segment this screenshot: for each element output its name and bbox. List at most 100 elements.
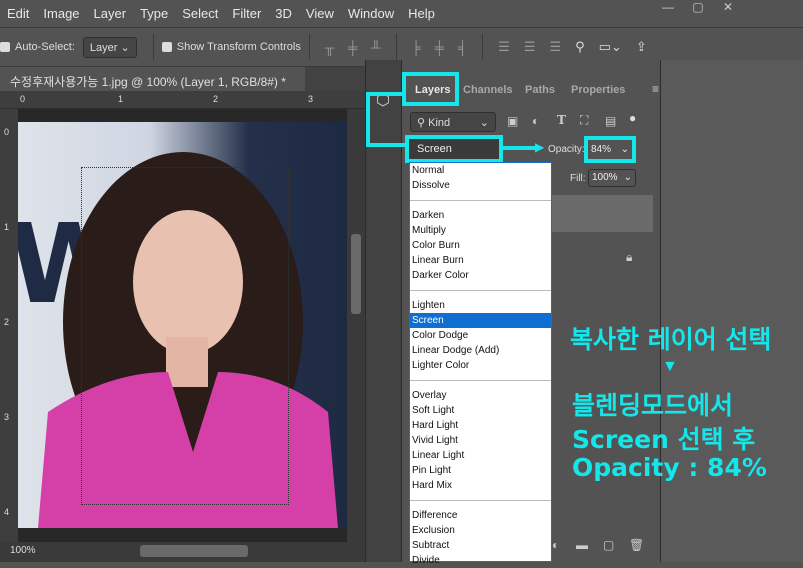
divider bbox=[308, 34, 310, 60]
ruler-tick: 3 bbox=[308, 94, 314, 104]
blend-mode-option[interactable]: Darken bbox=[410, 208, 551, 223]
menu-layer[interactable]: Layer bbox=[87, 6, 134, 21]
blend-mode-option[interactable]: Hard Light bbox=[410, 418, 551, 433]
blend-mode-option[interactable]: Color Dodge bbox=[410, 328, 551, 343]
blend-mode-option[interactable]: Lighten bbox=[410, 298, 551, 313]
blend-mode-option[interactable]: Subtract bbox=[410, 538, 551, 553]
divider bbox=[152, 34, 154, 60]
distribute-bottom-icon[interactable]: ☰ bbox=[549, 39, 561, 55]
vertical-scrollbar[interactable] bbox=[347, 109, 365, 542]
distribute-middle-icon[interactable]: ☰ bbox=[524, 39, 536, 55]
blend-mode-option[interactable]: Vivid Light bbox=[410, 433, 551, 448]
kind-label: Kind bbox=[428, 117, 451, 129]
align-middle-icon[interactable]: ╪ bbox=[348, 40, 357, 55]
blend-mode-option[interactable]: Linear Burn bbox=[410, 253, 551, 268]
search-icon[interactable]: ⚲ bbox=[575, 39, 585, 55]
tab-properties[interactable]: Properties bbox=[571, 72, 625, 106]
divider bbox=[482, 34, 484, 60]
blend-mode-option[interactable]: Screen bbox=[410, 313, 551, 328]
auto-select-checkbox[interactable] bbox=[0, 42, 10, 52]
annotation-text: 복사한 레이어 선택 bbox=[570, 325, 772, 354]
blend-mode-option[interactable]: Exclusion bbox=[410, 523, 551, 538]
align-right-icon[interactable]: ╡ bbox=[458, 40, 467, 55]
annotation-arrow bbox=[366, 92, 406, 147]
tab-layers[interactable]: Layers bbox=[402, 72, 459, 106]
lock-icon: 🔒︎ bbox=[626, 250, 633, 264]
annotation-text: Screen 선택 후 bbox=[572, 425, 756, 454]
ruler-tick: 3 bbox=[4, 412, 10, 422]
show-transform-label: Show Transform Controls bbox=[176, 41, 301, 53]
blend-mode-option[interactable]: Lighter Color bbox=[410, 358, 551, 373]
adjustment-filter-icon[interactable]: ◐ bbox=[532, 114, 539, 128]
blend-mode-option[interactable]: Linear Light bbox=[410, 448, 551, 463]
minimize-button[interactable]: — bbox=[653, 0, 683, 18]
shape-filter-icon[interactable]: ⛶ bbox=[580, 113, 588, 128]
right-workspace bbox=[660, 60, 803, 562]
workspace-icon[interactable]: ▭⌄ bbox=[599, 39, 622, 55]
transform-bounding-box[interactable] bbox=[81, 167, 289, 505]
smart-object-filter-icon[interactable]: ▤ bbox=[605, 114, 616, 128]
menu-image[interactable]: Image bbox=[36, 6, 86, 21]
type-filter-icon[interactable]: T bbox=[557, 113, 566, 127]
filter-toggle[interactable]: ● bbox=[629, 111, 636, 125]
align-bottom-icon[interactable]: ╨ bbox=[371, 40, 380, 55]
opacity-field[interactable]: 84% ⌄ bbox=[584, 136, 636, 163]
blend-mode-option[interactable]: Soft Light bbox=[410, 403, 551, 418]
menu-3d[interactable]: 3D bbox=[268, 6, 299, 21]
horizontal-scrollbar[interactable] bbox=[140, 545, 248, 557]
close-window-button[interactable]: ✕ bbox=[713, 0, 743, 18]
blend-mode-option[interactable]: Color Burn bbox=[410, 238, 551, 253]
document-tab[interactable]: 수정후재사용가능 1.jpg @ 100% (Layer 1, RGB/8#) … bbox=[0, 67, 305, 104]
blend-mode-dropdown[interactable]: Screen bbox=[405, 135, 503, 163]
new-group-icon[interactable]: ▬ bbox=[576, 538, 588, 552]
blend-mode-list[interactable]: Normal Dissolve Darken Multiply Color Burn Li… bbox=[409, 162, 552, 566]
horizontal-ruler: 0 1 2 3 bbox=[0, 91, 365, 109]
align-left-icon[interactable]: ╞ bbox=[412, 40, 421, 55]
ruler-tick: 0 bbox=[20, 94, 26, 104]
ruler-tick: 1 bbox=[4, 222, 10, 232]
blend-mode-option[interactable]: Divide bbox=[410, 553, 551, 568]
menu-view[interactable]: View bbox=[299, 6, 341, 21]
panel-menu-icon[interactable]: ≡ bbox=[652, 82, 659, 96]
pixel-filter-icon[interactable]: ▣ bbox=[507, 114, 518, 128]
align-top-icon[interactable]: ╥ bbox=[325, 40, 334, 55]
vertical-ruler: 0 1 2 3 4 bbox=[0, 109, 18, 542]
blend-mode-option[interactable]: Difference bbox=[410, 508, 551, 523]
tab-label: Channels bbox=[463, 84, 513, 96]
blend-mode-option[interactable]: Normal bbox=[410, 163, 551, 178]
blend-mode-option[interactable]: Pin Light bbox=[410, 463, 551, 478]
layer-row-selected[interactable] bbox=[552, 195, 653, 232]
divider bbox=[410, 380, 551, 381]
photo-image[interactable]: W bbox=[18, 122, 347, 528]
menu-window[interactable]: Window bbox=[341, 6, 401, 21]
fill-field[interactable]: 100% ⌄ bbox=[588, 169, 636, 187]
delete-layer-icon[interactable]: 🗑︎ bbox=[629, 538, 644, 552]
menu-filter[interactable]: Filter bbox=[225, 6, 268, 21]
distribute-top-icon[interactable]: ☰ bbox=[498, 39, 510, 55]
blend-mode-option[interactable]: Overlay bbox=[410, 388, 551, 403]
adjustment-layer-icon[interactable]: ◐ bbox=[552, 538, 559, 552]
blend-mode-option[interactable]: Linear Dodge (Add) bbox=[410, 343, 551, 358]
menu-edit[interactable]: Edit bbox=[0, 6, 36, 21]
blend-mode-option[interactable]: Hard Mix bbox=[410, 478, 551, 493]
filter-kind-dropdown[interactable]: ⚲ Kind ⌄ bbox=[410, 112, 496, 132]
new-layer-icon[interactable]: ▢ bbox=[603, 538, 614, 552]
show-transform-checkbox[interactable] bbox=[161, 42, 172, 52]
blend-mode-option[interactable]: Darker Color bbox=[410, 268, 551, 283]
auto-select-target-dropdown[interactable]: Layer ⌄ bbox=[82, 36, 137, 58]
divider bbox=[410, 290, 551, 291]
arrow-head-icon: ▶ bbox=[535, 140, 545, 154]
fill-label: Fill: bbox=[570, 173, 586, 184]
blend-mode-option[interactable]: Multiply bbox=[410, 223, 551, 238]
layer-select-value: Layer bbox=[89, 41, 118, 54]
tab-channels[interactable]: Channels bbox=[463, 72, 513, 106]
menu-select[interactable]: Select bbox=[175, 6, 225, 21]
tab-paths[interactable]: Paths bbox=[525, 72, 555, 106]
align-center-icon[interactable]: ╪ bbox=[435, 40, 444, 55]
menu-help[interactable]: Help bbox=[401, 6, 442, 21]
menu-type[interactable]: Type bbox=[133, 6, 175, 21]
share-icon[interactable]: ⇪ bbox=[636, 39, 647, 55]
ruler-tick: 4 bbox=[4, 507, 10, 517]
blend-mode-option[interactable]: Dissolve bbox=[410, 178, 551, 193]
maximize-button[interactable]: ▢ bbox=[683, 0, 713, 18]
